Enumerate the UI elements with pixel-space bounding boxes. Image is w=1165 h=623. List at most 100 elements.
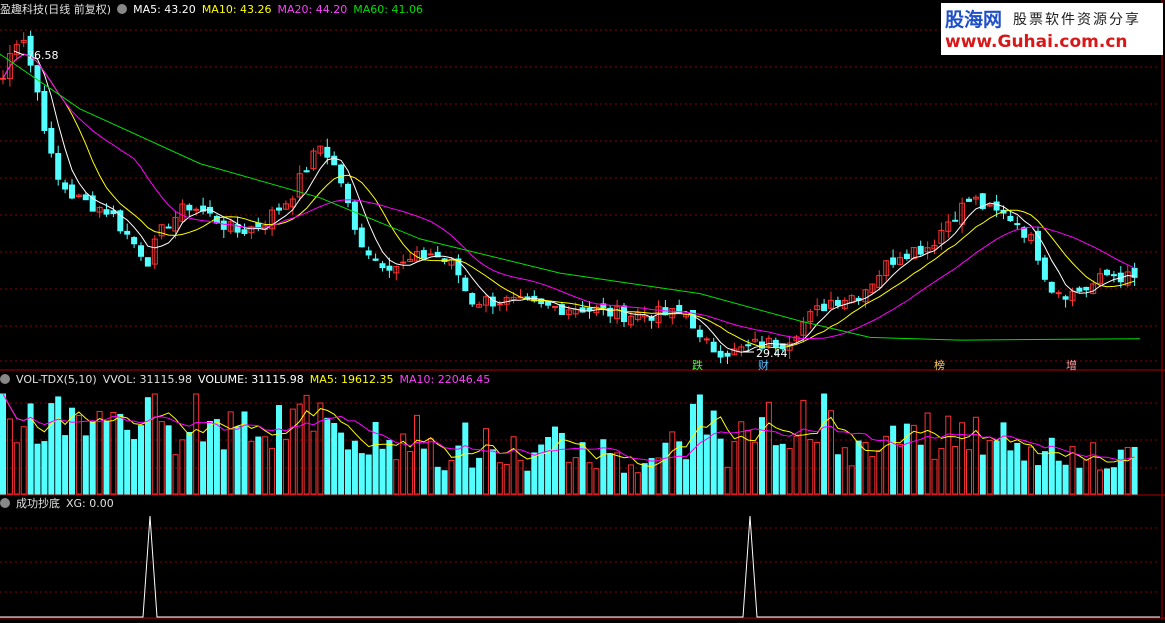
volume-bar xyxy=(558,432,565,495)
candle-body xyxy=(351,201,358,230)
volume-bar xyxy=(531,452,538,495)
event-label-die[interactable]: 跌 xyxy=(692,358,703,372)
candle-body xyxy=(890,257,897,265)
volume-bar xyxy=(227,411,234,495)
volume-bar xyxy=(103,420,110,495)
signal-title[interactable]: 成功抄底 xyxy=(16,497,60,510)
event-label-cai[interactable]: 财 xyxy=(758,358,769,372)
candle-body xyxy=(420,250,427,259)
volume-bar xyxy=(786,448,793,495)
dropdown-icon[interactable] xyxy=(117,4,128,14)
volume-bar xyxy=(351,440,358,495)
candle-body xyxy=(324,146,331,158)
volume-bar xyxy=(186,431,193,495)
volume-bar xyxy=(41,441,48,495)
volume-bar xyxy=(1104,468,1110,495)
volume-bar xyxy=(62,435,69,495)
candle-body xyxy=(379,263,386,269)
logo-slogan: 股票软件资源分享 xyxy=(1013,12,1141,28)
candle-body xyxy=(703,338,710,341)
volume-bar xyxy=(717,438,724,495)
event-label-bang[interactable]: 榜 xyxy=(934,358,945,372)
candle-body xyxy=(1048,281,1055,293)
candle-body xyxy=(55,153,62,180)
volume-bar xyxy=(420,448,427,495)
candle-body xyxy=(469,293,476,305)
ma10-readout: MA10: 43.26 xyxy=(201,3,272,16)
volume-bar xyxy=(724,466,731,495)
candle-body xyxy=(1041,257,1048,280)
volume-bar xyxy=(552,426,558,495)
volume-bar xyxy=(234,426,241,495)
candle-body xyxy=(365,250,372,256)
volume-bar xyxy=(1076,467,1083,495)
volume-bar xyxy=(545,437,552,495)
candle-body xyxy=(1055,292,1062,295)
candle-body xyxy=(220,220,227,230)
dropdown-icon[interactable] xyxy=(0,498,10,508)
candle-body xyxy=(993,201,1000,211)
volume-bar xyxy=(648,458,655,495)
volume-bar xyxy=(496,462,503,495)
volume-bar xyxy=(476,457,483,495)
volume-bar xyxy=(828,410,834,495)
candle-body xyxy=(69,184,75,199)
volume-bar xyxy=(393,459,400,495)
vvol-readout: VVOL: 31115.98 xyxy=(102,373,193,386)
candle-body xyxy=(82,194,89,201)
volume-bar xyxy=(110,411,117,495)
volume-bar xyxy=(427,438,434,495)
volume-bar xyxy=(6,418,13,495)
candle-body xyxy=(745,344,752,347)
volume-bar xyxy=(407,451,414,495)
volume-bar xyxy=(289,408,296,495)
candle-body xyxy=(124,230,131,235)
xg-signal-line xyxy=(0,515,1160,618)
volume-bar xyxy=(683,459,690,495)
volume-bar xyxy=(765,401,772,495)
volume-bar xyxy=(848,465,855,495)
volume-bar xyxy=(869,456,876,495)
volume-readout: VOLUME: 31115.98 xyxy=(198,373,304,386)
volume-bar xyxy=(34,443,41,495)
volume-bar xyxy=(213,419,220,495)
stock-chart-svg[interactable]: 76.58 29.44 跌 财 榜 增 xyxy=(0,0,1165,620)
volume-bar xyxy=(662,442,669,495)
candle-body xyxy=(834,300,841,306)
volume-bar xyxy=(0,393,6,495)
candle-body xyxy=(186,204,193,211)
candle-body xyxy=(400,261,407,264)
volume-bar xyxy=(365,454,372,495)
volume-bar xyxy=(1083,459,1090,495)
volume-bar xyxy=(593,468,600,495)
volume-bar xyxy=(75,414,82,495)
dropdown-icon[interactable] xyxy=(0,374,10,384)
price-title[interactable]: 盈趣科技(日线 前复权) xyxy=(0,3,111,16)
volume-bar xyxy=(310,430,317,495)
event-label-zeng[interactable]: 增 xyxy=(1066,358,1077,372)
volume-bar xyxy=(1117,449,1124,495)
volume-bar xyxy=(565,461,572,495)
candle-body xyxy=(552,305,558,308)
chart-stage[interactable]: 76.58 29.44 跌 财 榜 增 盈趣科技(日线 前复权) MA5: 43.… xyxy=(0,0,1165,620)
volume-bar xyxy=(972,416,979,495)
volume-bar xyxy=(158,421,165,495)
volume-bar xyxy=(441,470,448,495)
volume-bar xyxy=(627,464,634,495)
volume-bar xyxy=(841,447,848,495)
vol-title[interactable]: VOL-TDX(5,10) xyxy=(16,373,97,386)
candle-body xyxy=(496,303,503,306)
candle-body xyxy=(103,209,110,215)
volume-bar xyxy=(614,452,621,495)
volume-bar xyxy=(621,472,627,495)
volume-bar xyxy=(345,449,351,495)
volume-bar xyxy=(634,472,641,495)
volume-bar xyxy=(779,443,786,495)
volume-bar xyxy=(1028,446,1035,495)
volume-bar xyxy=(503,463,510,495)
volume-bar xyxy=(317,402,324,495)
watermark-logo[interactable]: 股海网 股票软件资源分享 www.Guhai.com.cn xyxy=(941,3,1163,55)
volume-bar xyxy=(144,397,151,495)
volume-bar xyxy=(69,407,75,495)
volume-bar xyxy=(834,454,841,495)
